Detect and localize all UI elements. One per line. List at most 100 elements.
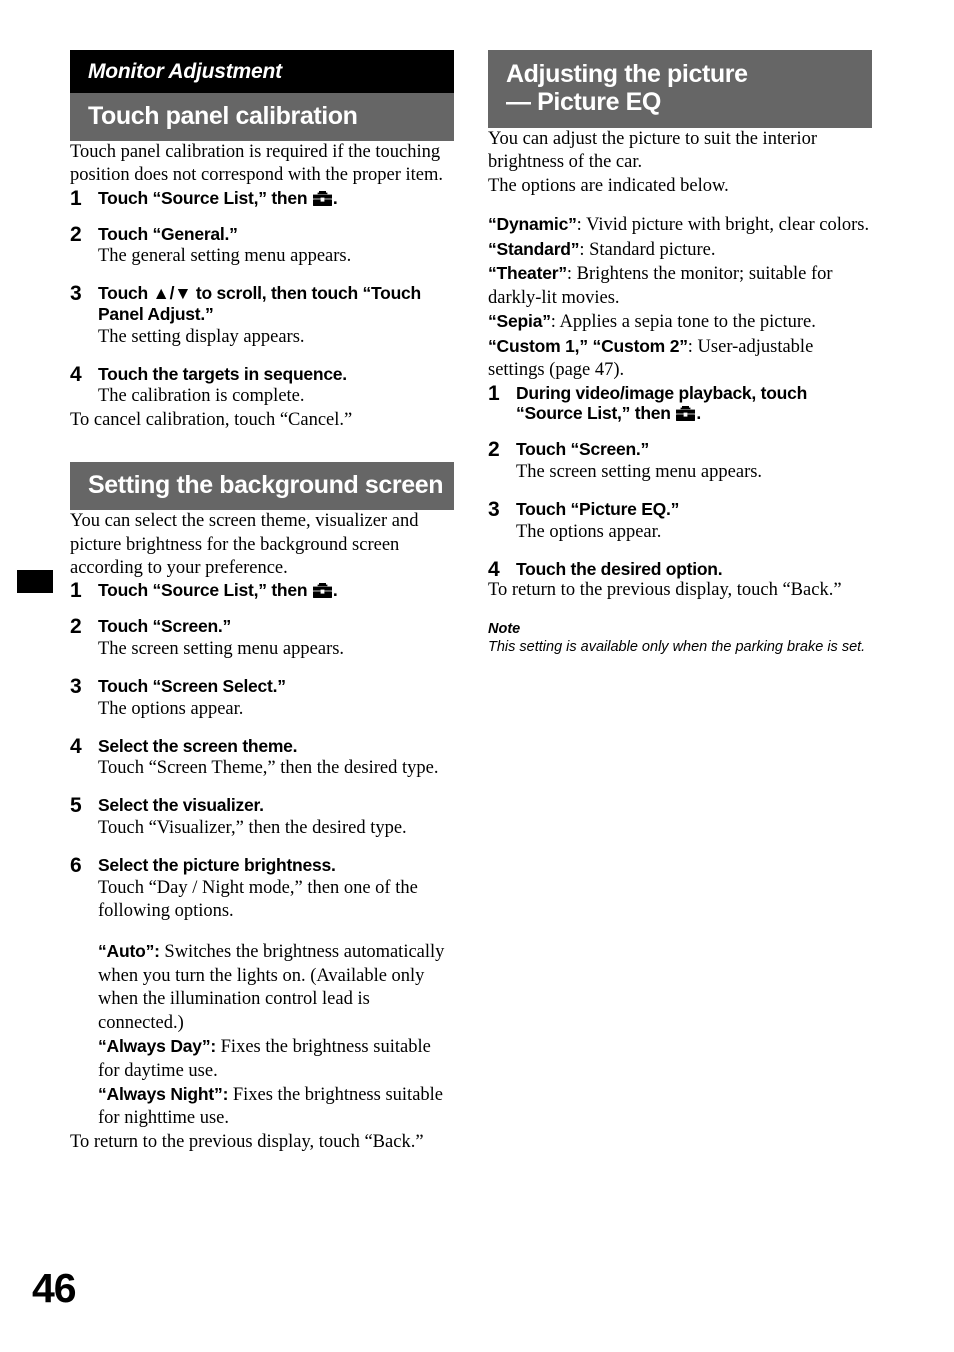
step-title: Touch “Screen Select.” [98,675,286,696]
note-heading: Note [488,620,521,637]
step-item: 4 Touch the desired option. [488,557,872,581]
step-title: Touch “Source List,” then . [98,188,454,209]
section2-steps: 1 Touch “Source List,” then . 2 Touch “S… [70,579,454,1131]
right-section-steps: 1 During video/image playback, touch “So… [488,381,872,581]
step-title-text: Touch “Source List,” then [98,580,312,601]
step-item: 5 Select the visualizer. Touch “Visualiz… [70,794,454,840]
option-term: “Custom 1,” “Custom 2” [488,335,688,356]
option-text: : Standard picture. [579,239,716,260]
step-item: 3 Touch “Picture EQ.” The options appear… [488,497,872,544]
step-title: Touch the targets in sequence. [98,363,347,384]
note-block: Note This setting is available only when… [488,621,872,657]
section2-intro: You can select the screen theme, visuali… [70,511,419,578]
step-item: 3 Touch “Screen Select.” The options app… [70,674,454,721]
brightness-options: “Auto”: Switches the brightness automati… [98,940,454,1131]
option-term: “Sepia” [488,311,551,332]
left-column: Monitor Adjustment Touch panel calibrati… [70,50,454,1154]
step-item: 2 Touch “Screen.” The screen setting men… [488,438,872,484]
picture-eq-option: “Sepia”: Applies a sepia tone to the pic… [488,310,872,334]
step-title: Touch “Screen.” [516,439,650,460]
step-number: 4 [70,362,82,386]
step-number: 4 [488,557,500,581]
step-item: 1 Touch “Source List,” then . [70,579,454,603]
step-number: 5 [70,794,82,818]
option-term: “Standard” [488,238,580,259]
step-description: The calibration is complete. [98,386,305,407]
step-item: 3 Touch ▲/▼ to scroll, then touch “Touch… [70,282,454,348]
option-term: “Always Night”: [98,1083,229,1104]
step-number: 1 [70,186,82,210]
step-item: 1 During video/image playback, touch “So… [488,381,872,424]
step-title: Touch the desired option. [516,558,723,579]
right-section-closing: To return to the previous display, touch… [488,580,842,601]
option-term: “Theater” [488,263,567,284]
section2-closing: To return to the previous display, touch… [70,1131,424,1152]
step-item: 4 Select the screen theme. Touch “Screen… [70,734,454,781]
section-heading-adjusting-picture: Adjusting the picture — Picture EQ [488,50,872,128]
step-item: 2 Touch “Screen.” The screen setting men… [70,615,454,661]
step-number: 3 [70,674,82,698]
option-text: : Vivid picture with bright, clear color… [576,215,870,236]
brightness-option: “Auto”: Switches the brightness automati… [98,940,454,1035]
heading-line-1: Adjusting the picture [506,60,748,88]
step-description: The screen setting menu appears. [98,638,345,659]
right-section-intro: You can adjust the picture to suit the i… [488,129,818,196]
step-title: During video/image playback, touch “Sour… [516,383,872,424]
option-term: “Auto”: [98,941,160,962]
step-description: The setting display appears. [98,326,305,347]
picture-eq-option: “Dynamic”: Vivid picture with bright, cl… [488,213,872,237]
step-description: Touch “Visualizer,” then the desired typ… [98,818,407,839]
picture-eq-options: “Dynamic”: Vivid picture with bright, cl… [488,213,872,382]
right-column: Adjusting the picture — Picture EQ You c… [488,50,872,657]
step-number: 2 [70,222,82,246]
step-title-suffix: . [332,580,338,601]
step-title-text: During video/image playback, touch “Sour… [516,382,808,424]
step-number: 2 [488,438,500,462]
step-description: Touch “Screen Theme,” then the desired t… [98,758,439,779]
step-number: 4 [70,734,82,758]
step-number: 2 [70,615,82,639]
step-description: The options appear. [516,521,662,542]
picture-eq-option: “Standard”: Standard picture. [488,238,872,262]
manual-page: Monitor Adjustment Touch panel calibrati… [0,0,954,1352]
step-title: Touch ▲/▼ to scroll, then touch “Touch P… [98,283,421,325]
step-description: Touch “Day / Night mode,” then one of th… [98,877,418,921]
step-title: Select the picture brightness. [98,855,336,876]
step-title: Touch “Picture EQ.” [516,498,680,519]
step-number: 3 [488,497,500,521]
brightness-option: “Always Night”: Fixes the brightness sui… [98,1083,454,1131]
section-heading-setting-background-screen: Setting the background screen [70,462,454,511]
heading-line-2: — Picture EQ [506,88,661,116]
option-text: : Applies a sepia tone to the picture. [550,312,816,333]
step-number: 6 [70,854,82,878]
step-title-suffix: . [696,403,701,424]
step-number: 1 [488,381,500,405]
option-term: “Always Day”: [98,1036,217,1057]
step-title-suffix: . [332,187,338,208]
section-heading-touch-panel-calibration: Touch panel calibration [70,93,454,141]
step-description: The screen setting menu appears. [516,461,763,482]
step-title-text: Touch “Source List,” then [98,187,312,208]
step-number: 3 [70,282,82,306]
toolbox-icon [312,190,332,206]
step-title: Touch “Source List,” then . [98,580,454,601]
step-item: 4 Touch the targets in sequence. The cal… [70,362,454,409]
picture-eq-option: “Custom 1,” “Custom 2”: User-adjustable … [488,335,872,383]
step-item: 1 Touch “Source List,” then . [70,186,454,210]
section1-closing: To cancel calibration, touch “Cancel.” [70,409,353,430]
section1-steps: 1 Touch “Source List,” then . 2 Touch “G… [70,186,454,409]
toolbox-icon [676,406,696,422]
step-description: The general setting menu appears. [98,246,352,267]
step-title: Select the screen theme. [98,735,298,756]
chapter-banner: Monitor Adjustment [70,50,454,93]
page-number: 46 [32,1265,77,1311]
step-number: 1 [70,579,82,603]
step-item: 6 Select the picture brightness. Touch “… [70,854,454,1131]
step-description: The options appear. [98,698,244,719]
picture-eq-option: “Theater”: Brightens the monitor; suitab… [488,262,872,310]
step-title: Touch “Screen.” [98,616,232,637]
toolbox-icon [312,583,332,599]
step-title: Select the visualizer. [98,795,264,816]
section1-intro: Touch panel calibration is required if t… [70,142,444,186]
